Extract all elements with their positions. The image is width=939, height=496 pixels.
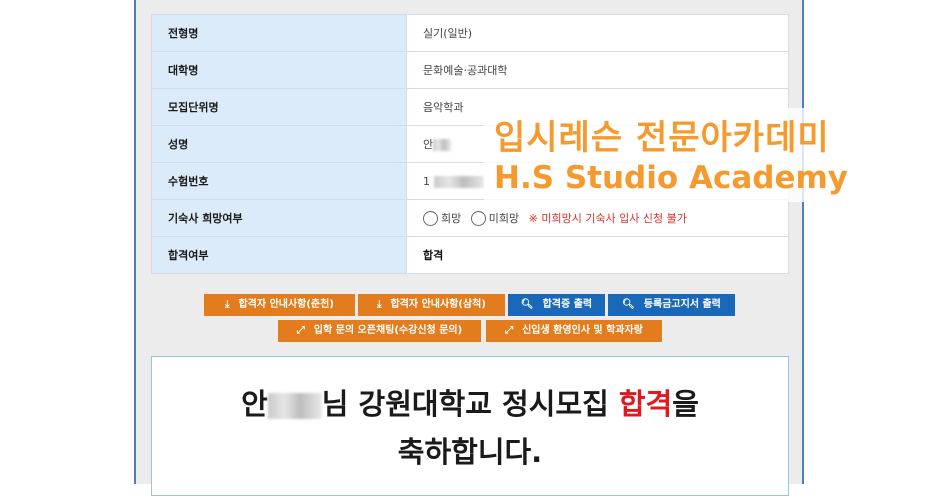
print-certificate-button[interactable]: 🔍︎ 합격증 출력 bbox=[508, 294, 605, 316]
value-name: 안 bbox=[423, 138, 434, 151]
value-exam-number: 1 bbox=[423, 174, 430, 188]
dorm-radio-no-label: 미희망 bbox=[488, 211, 520, 225]
congratulations-box: 안 님 강원대학교 정시모집 합격을 축하합니다. bbox=[151, 356, 789, 496]
label-college: 대학명 bbox=[151, 51, 407, 89]
academy-watermark: 입시레슨 전문아카데미 H.S Studio Academy bbox=[484, 108, 851, 202]
table-row: 합격여부 합격 bbox=[151, 236, 789, 274]
guide-samcheok-button[interactable]: ⤓ 합격자 안내사항(삼척) bbox=[358, 294, 505, 316]
dormitory-options: 희망 미희망 ※ 미희망시 기숙사 입사 신청 불가 bbox=[406, 199, 789, 237]
label-exam-number: 수험번호 bbox=[151, 162, 407, 200]
congrats-line2: 축하합니다. bbox=[397, 435, 543, 469]
guide-chuncheon-label: 합격자 안내사항(춘천) bbox=[238, 299, 334, 310]
dorm-radio-yes-label: 희망 bbox=[441, 211, 462, 225]
search-icon: 🔍︎ bbox=[520, 299, 534, 310]
print-tuition-bill-button[interactable]: 🔍︎ 등록금고지서 출력 bbox=[608, 294, 735, 316]
value-pass-status: 합격 bbox=[406, 236, 789, 274]
label-dormitory: 기숙사 희망여부 bbox=[151, 199, 407, 237]
guide-chuncheon-button[interactable]: ⤓ 합격자 안내사항(춘천) bbox=[204, 294, 355, 316]
welcome-message-button[interactable]: ⤢ 신입생 환영인사 및 학과자랑 bbox=[486, 320, 662, 342]
redacted-congrats-name bbox=[267, 393, 322, 419]
congrats-name-prefix: 안 bbox=[241, 387, 268, 421]
redacted-name bbox=[433, 139, 452, 151]
congrats-line1: 안 님 강원대학교 정시모집 합격을 bbox=[152, 381, 788, 423]
table-row: 전형명 실기(일반) bbox=[151, 14, 789, 52]
dorm-radio-no-option[interactable]: 미희망 bbox=[470, 211, 523, 227]
label-name: 성명 bbox=[151, 125, 407, 163]
open-chat-label: 입학 문의 오픈채팅(수강신청 문의) bbox=[313, 325, 463, 336]
label-pass-status: 합격여부 bbox=[151, 236, 407, 274]
guide-samcheok-label: 합격자 안내사항(삼척) bbox=[390, 299, 486, 310]
label-admission-type: 전형명 bbox=[151, 14, 407, 52]
value-admission-type: 실기(일반) bbox=[406, 14, 789, 52]
print-certificate-label: 합격증 출력 bbox=[542, 299, 593, 310]
download-icon: ⤓ bbox=[225, 299, 230, 310]
print-tuition-bill-label: 등록금고지서 출력 bbox=[643, 299, 721, 310]
watermark-line1: 입시레슨 전문아카데미 bbox=[494, 118, 830, 158]
congrats-pass-word: 합격 bbox=[618, 387, 673, 421]
watermark-line2: H.S Studio Academy bbox=[494, 160, 848, 196]
table-row: 기숙사 희망여부 희망 미희망 ※ 미희망시 기숙사 입사 신청 불가 bbox=[151, 199, 789, 237]
congrats-text-before: 님 강원대학교 정시모집 bbox=[321, 387, 619, 421]
welcome-message-label: 신입생 환영인사 및 학과자랑 bbox=[522, 325, 643, 336]
open-chat-button[interactable]: ⤢ 입학 문의 오픈채팅(수강신청 문의) bbox=[278, 320, 481, 342]
dorm-radio-no[interactable] bbox=[470, 211, 486, 227]
external-link-icon: ⤢ bbox=[296, 325, 305, 336]
table-row: 대학명 문화예술·공과대학 bbox=[151, 51, 789, 89]
dorm-radio-yes[interactable] bbox=[423, 211, 438, 227]
dormitory-notice: ※ 미희망시 기숙사 입사 신청 불가 bbox=[528, 211, 687, 225]
external-link-icon: ⤢ bbox=[505, 325, 514, 336]
value-college: 문화예술·공과대학 bbox=[406, 51, 789, 89]
label-department: 모집단위명 bbox=[151, 88, 407, 126]
congrats-text-after: 을 bbox=[672, 387, 699, 421]
dorm-radio-yes-option[interactable]: 희망 bbox=[423, 211, 465, 227]
redacted-exam-number bbox=[433, 175, 484, 188]
search-icon: 🔍︎ bbox=[622, 299, 635, 310]
download-icon: ⤓ bbox=[377, 299, 382, 310]
